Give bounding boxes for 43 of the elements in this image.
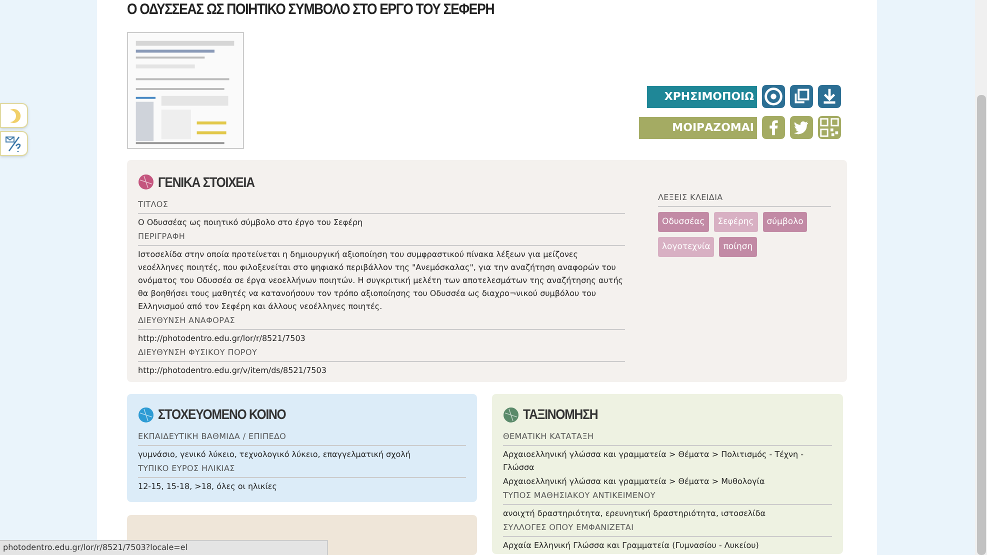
facebook-icon[interactable] — [762, 116, 785, 140]
field-label: ΣΥΛΛΟΓΕΣ ΟΠΟΥ ΕΜΦΑΝΙΖΕΤΑΙ — [503, 522, 832, 537]
section-icon — [503, 406, 519, 422]
field-value: γυμνάσιο, γενικό λύκειο, τεχνολογικό λύκειο, επαγγελματική σχολή — [138, 449, 412, 461]
page-title: Ο ΟΔΥΣΣΕΑΣ ΩΣ ΠΟΙΗΤΙΚΟ ΣΥΜΒΟΛΟ ΣΤΟ ΕΡΓΟ ΤΟΥ ΣΕΦΕΡΗ — [127, 0, 496, 20]
field-label: ΤΙΤΛΟΣ — [138, 198, 625, 214]
share-button[interactable]: ΜΟΙΡΑΖΟΜΑΙ — [639, 116, 757, 139]
bird-icon[interactable] — [790, 116, 813, 140]
status-bar: photodentro.edu.gr/lor/r/8521/7503?locale=el — [0, 540, 328, 555]
field-label: ΔΙΕΥΘΥΝΣΗ ΑΝΑΦΟΡΑΣ — [138, 314, 625, 330]
field-label: ΘΕΜΑΤΙΚΗ ΚΑΤΑΤΑΞΗ — [503, 431, 832, 446]
field-value: http://photodentro.edu.gr/v/item/ds/8521/7503 — [138, 364, 328, 377]
field-value: http://photodentro.edu.gr/lor/r/8521/7503 — [138, 332, 306, 345]
field-value: Αρχαιοελληνική γλώσσα και γραμματεία > Θέματα > Μυθολογία — [503, 476, 766, 488]
field-value: Ιστοσελίδα στην οποία προτείνεται η δημιουργική αξιοποίηση του συμφραστικού πίνακα λέξεων για μείζονες νεοέλληνες ποιητές, που φιλοξενείται στο ψηφιακό περιβάλλον της "Ανεμόσκαλας", για την αναζήτηση αναφορών του ονόματος του Οδυσσέα σε έργα νεοελλήνων ποιητών. Η συγκριτική μελέτη των αποτελεσμάτων της αναζήτησης αυτής θα βοηθήσει τους μαθητές να κατανοήσουν τον τρόπο αξιοποίησης του Οδυσσέα ως διαχρο¬νικού συμβόλου του Ελληνισμού από τον Σεφέρη και άλλους νεοέλληνες ποιητές. — [138, 248, 624, 313]
field-value: ανοιχτή δραστηριότητα, ερευνητική δραστηριότητα, ιστοσελίδα — [503, 508, 767, 520]
qr-code-icon[interactable] — [818, 116, 841, 140]
field-label: ΠΕΡΙΓΡΑΦΗ — [138, 230, 625, 246]
keyword-tag[interactable]: σύμβολο — [762, 212, 808, 232]
field-label: ΛΕΞΕΙΣ ΚΛΕΙΔΙΑ — [658, 192, 831, 207]
field-label: ΔΙΕΥΘΥΝΣΗ ΦΥΣΙΚΟΥ ΠΟΡΟΥ — [138, 346, 625, 362]
keyword-tag[interactable]: Σεφέρης — [714, 212, 758, 232]
field-label: ΤΥΠΙΚΟ ΕΥΡΟΣ ΗΛΙΚΙΑΣ — [138, 463, 466, 478]
field-value: Ο Οδυσσέας ως ποιητικό σύμβολο στο έργο του Σεφέρη — [138, 216, 364, 229]
section-heading: ΓΕΝΙΚΑ ΣΤΟΙΧΕΙΑ — [158, 172, 254, 192]
section-icon — [138, 174, 154, 190]
keyword-tag[interactable]: Οδυσσέας — [658, 212, 709, 232]
field-label: ΤΥΠΟΣ ΜΑΘΗΣΙΑΚΟΥ ΑΝΤΙΚΕΙΜΕΝΟΥ — [503, 490, 832, 505]
download-icon[interactable] — [818, 85, 841, 108]
keyword-tag[interactable]: ποίηση — [719, 236, 757, 257]
scrollbar[interactable] — [975, 0, 987, 555]
scroll-thumb[interactable] — [976, 95, 986, 555]
field-label: ΕΚΠΑΙΔΕΥΤΙΚΗ ΒΑΘΜΙΔΑ / ΕΠΙΠΕΔΟ — [138, 431, 466, 446]
field-value: 12-15, 15-18, >18, όλες οι ηλικίες — [138, 481, 278, 493]
keyword-tag[interactable]: λογοτεχνία — [658, 236, 714, 257]
section-heading: ΤΑΞΙΝΟΜΗΣΗ — [523, 405, 598, 424]
field-value: Αρχαιοελληνική γλώσσα και γραμματεία > Θέματα > Πολιτισμός - Τέχνη - Γλώσσα — [503, 449, 804, 474]
field-value: Αρχαία Ελληνική Γλώσσα και Γραμματεία (Γυμνασίου - Λυκείου) — [503, 540, 760, 552]
section-heading: ΣΤΟΧΕΥΟΜΕΝΟ ΚΟΙΝΟ — [158, 405, 286, 424]
use-button[interactable]: ΧΡΗΣΙΜΟΠΟΙΩ — [647, 86, 757, 108]
section-icon — [138, 406, 154, 422]
copy-icon[interactable] — [790, 85, 813, 108]
feedback-tab[interactable] — [0, 131, 28, 156]
